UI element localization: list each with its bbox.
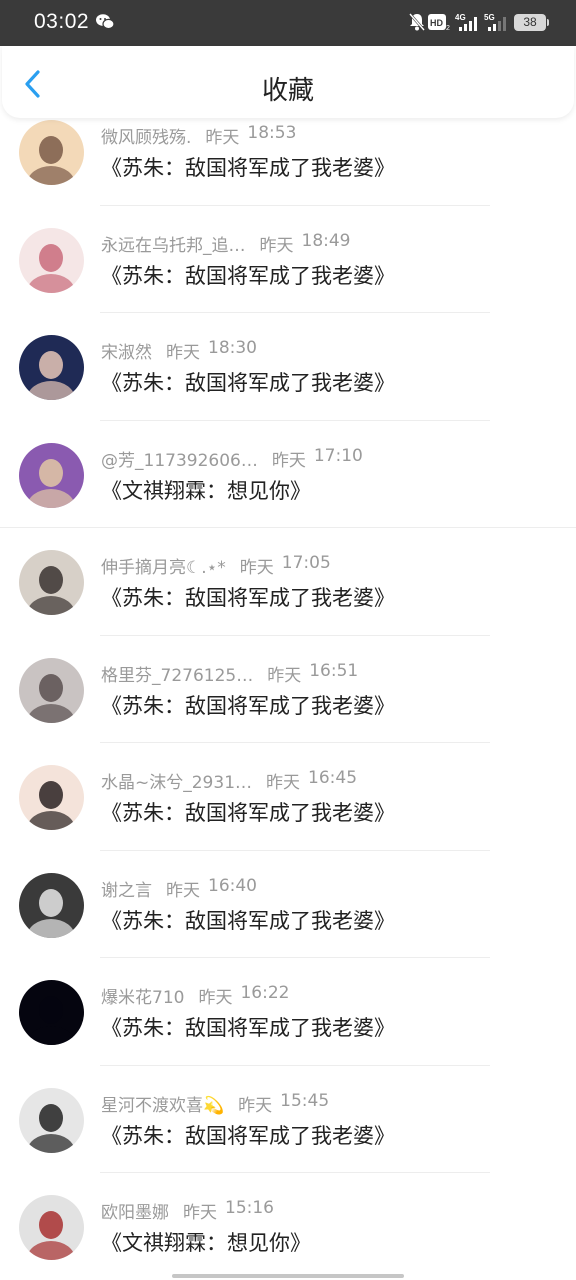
mute-bell-icon [408, 12, 426, 36]
favorites-list: 微风顾残殇. 昨天 18:53 《苏朱：敌国将军成了我老婆》 永远在乌托邦_追… 昨天 18… [0, 82, 576, 1265]
battery-icon: 38 [514, 14, 549, 31]
timestamp: 18:49 [301, 230, 351, 251]
svg-text:HD: HD [430, 18, 443, 28]
status-time: 03:02 [34, 10, 90, 33]
avatar[interactable] [19, 120, 84, 185]
date-label: 昨天 [267, 665, 302, 686]
list-item[interactable]: 星河不渡欢喜💫 昨天 15:45 《苏朱：敌国将军成了我老婆》 [0, 1050, 576, 1173]
svg-text:2: 2 [446, 25, 450, 31]
date-label: 昨天 [266, 773, 301, 793]
book-title[interactable]: 《文祺翔霖：想见你》 [101, 1227, 311, 1257]
avatar[interactable] [19, 657, 84, 723]
avatar[interactable] [19, 550, 84, 615]
meta-line: 欧阳墨娜 昨天 15:16 [101, 1198, 274, 1223]
meta-line: 永远在乌托邦_追… 昨天 18:49 [101, 230, 351, 256]
date-label: 昨天 [239, 558, 274, 578]
timestamp: 16:45 [308, 768, 358, 788]
list-item[interactable]: 伸手摘月亮☾.⋆* 昨天 17:05 《苏朱：敌国将军成了我老婆》 [0, 512, 576, 636]
list-item[interactable]: @芳_117392606… 昨天 17:10 《文祺翔霖：想见你》 [0, 405, 576, 528]
book-title[interactable]: 《苏朱：敌国将军成了我老婆》 [101, 1120, 395, 1150]
book-title[interactable]: 《苏朱：敌国将军成了我老婆》 [101, 152, 395, 182]
avatar[interactable] [19, 335, 84, 400]
timestamp: 16:22 [240, 983, 290, 1003]
status-bar: 03:02 HD 2 4G 5G 38 [0, 0, 576, 46]
list-item[interactable]: 欧阳墨娜 昨天 15:16 《文祺翔霖：想见你》 [0, 1157, 576, 1265]
book-title[interactable]: 《苏朱：敌国将军成了我老婆》 [101, 367, 395, 397]
date-label: 昨天 [259, 235, 294, 256]
username[interactable]: @芳_117392606… [101, 446, 258, 471]
username[interactable]: 伸手摘月亮☾.⋆* [101, 553, 226, 578]
meta-line: 爆米花710 昨天 16:22 [101, 983, 290, 1008]
date-label: 昨天 [238, 1095, 273, 1116]
page-title: 收藏 [261, 76, 314, 106]
list-item[interactable]: 谢之言 昨天 16:40 《苏朱：敌国将军成了我老婆》 [0, 835, 576, 958]
meta-line: 星河不渡欢喜💫 昨天 15:45 [101, 1090, 330, 1116]
meta-line: 伸手摘月亮☾.⋆* 昨天 17:05 [101, 553, 331, 578]
svg-text:5G: 5G [484, 13, 495, 22]
5g-signal-icon: 5G [484, 12, 508, 36]
list-item[interactable]: 水晶~沫兮_2931… 昨天 16:45 《苏朱：敌国将军成了我老婆》 [0, 727, 576, 851]
username[interactable]: 宋淑然 [101, 338, 152, 363]
avatar[interactable] [19, 1195, 84, 1260]
list-item[interactable]: 宋淑然 昨天 18:30 《苏朱：敌国将军成了我老婆》 [0, 297, 576, 421]
timestamp: 16:51 [309, 660, 359, 681]
book-title[interactable]: 《苏朱：敌国将军成了我老婆》 [101, 690, 395, 720]
list-item[interactable]: 爆米花710 昨天 16:22 《苏朱：敌国将军成了我老婆》 [0, 942, 576, 1066]
username[interactable]: 水晶~沫兮_2931… [101, 768, 252, 793]
timestamp: 16:40 [208, 875, 257, 896]
hd-icon: HD 2 [428, 13, 450, 35]
list-item[interactable]: 永远在乌托邦_追… 昨天 18:49 《苏朱：敌国将军成了我老婆》 [0, 190, 576, 313]
timestamp: 17:10 [313, 445, 363, 466]
avatar[interactable] [19, 1087, 84, 1153]
meta-line: @芳_117392606… 昨天 17:10 [101, 445, 363, 471]
meta-line: 宋淑然 昨天 18:30 [101, 338, 257, 363]
meta-line: 谢之言 昨天 16:40 [101, 875, 257, 901]
home-indicator[interactable] [172, 1274, 404, 1278]
avatar[interactable] [19, 980, 84, 1045]
username[interactable]: 永远在乌托邦_追… [101, 231, 246, 256]
timestamp: 18:30 [208, 338, 257, 358]
list-item[interactable]: 格里芬_7276125… 昨天 16:51 《苏朱：敌国将军成了我老婆》 [0, 620, 576, 743]
avatar[interactable] [19, 872, 84, 938]
date-label: 昨天 [198, 988, 233, 1008]
username[interactable]: 谢之言 [101, 876, 152, 901]
book-title[interactable]: 《苏朱：敌国将军成了我老婆》 [101, 582, 395, 612]
date-label: 昨天 [205, 128, 240, 148]
date-label: 昨天 [166, 880, 200, 901]
avatar[interactable] [19, 765, 84, 830]
timestamp: 15:16 [225, 1198, 274, 1218]
username[interactable]: 星河不渡欢喜💫 [101, 1091, 224, 1116]
meta-line: 格里芬_7276125… 昨天 16:51 [101, 660, 359, 686]
4g-signal-icon: 4G [455, 12, 479, 36]
header-bar: 收藏 [2, 46, 574, 118]
book-title[interactable]: 《苏朱：敌国将军成了我老婆》 [101, 797, 395, 827]
book-title[interactable]: 《文祺翔霖：想见你》 [101, 475, 311, 505]
date-label: 昨天 [166, 343, 200, 363]
svg-text:4G: 4G [455, 13, 466, 22]
date-label: 昨天 [271, 450, 306, 471]
meta-line: 微风顾残殇. 昨天 18:53 [101, 123, 297, 148]
timestamp: 18:53 [247, 123, 297, 143]
username[interactable]: 格里芬_7276125… [101, 661, 253, 686]
username[interactable]: 微风顾残殇. [101, 123, 191, 148]
book-title[interactable]: 《苏朱：敌国将军成了我老婆》 [101, 1012, 395, 1042]
timestamp: 15:45 [280, 1090, 330, 1111]
avatar[interactable] [19, 227, 84, 293]
wechat-icon [95, 13, 115, 35]
book-title[interactable]: 《苏朱：敌国将军成了我老婆》 [101, 260, 395, 290]
book-title[interactable]: 《苏朱：敌国将军成了我老婆》 [101, 905, 395, 935]
username[interactable]: 欧阳墨娜 [101, 1198, 169, 1223]
date-label: 昨天 [183, 1203, 217, 1223]
username[interactable]: 爆米花710 [101, 983, 184, 1008]
meta-line: 水晶~沫兮_2931… 昨天 16:45 [101, 768, 358, 793]
avatar[interactable] [19, 442, 84, 508]
timestamp: 17:05 [281, 553, 331, 573]
